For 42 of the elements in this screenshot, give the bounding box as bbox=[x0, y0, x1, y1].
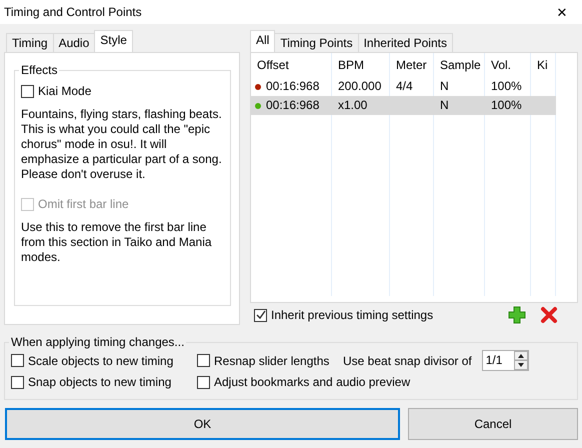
description: Use this to remove the first bar line from this section in Taiko and Mania modes. bbox=[21, 220, 213, 265]
spinner-arrows-icon[interactable] bbox=[514, 351, 528, 370]
checkbox-label: Inherit previous timing settings bbox=[271, 308, 434, 322]
column-header[interactable]: Vol. bbox=[485, 53, 531, 77]
checkbox[interactable] bbox=[197, 354, 210, 367]
dialog-button[interactable]: OK bbox=[5, 408, 400, 440]
row-cell: 00:16:968 bbox=[251, 96, 332, 115]
checkbox[interactable] bbox=[254, 308, 267, 322]
tab[interactable]: Timing bbox=[6, 33, 54, 52]
checkbox[interactable] bbox=[197, 376, 210, 388]
window-title: Timing and Control Points bbox=[4, 5, 142, 19]
tab[interactable]: All bbox=[250, 30, 276, 52]
table-cell: 100% bbox=[485, 96, 531, 115]
table-cell: x1.00 bbox=[332, 96, 390, 115]
delete-icon[interactable] bbox=[540, 306, 558, 324]
column-header[interactable]: Offset bbox=[251, 53, 332, 77]
column-header[interactable]: Meter bbox=[390, 53, 434, 77]
checkbox-label: Adjust bookmarks and audio preview bbox=[214, 375, 410, 389]
table-cell bbox=[531, 96, 556, 115]
checkbox-label: Snap objects to new timing bbox=[28, 375, 172, 389]
column-header[interactable]: BPM bbox=[332, 53, 390, 77]
checkbox-label: Resnap slider lengths bbox=[214, 354, 330, 368]
checkbox[interactable] bbox=[21, 84, 34, 98]
checkbox-label: Scale objects to new timing bbox=[28, 354, 174, 368]
tab[interactable]: Timing Points bbox=[274, 33, 359, 52]
checkbox-label: Kiai Mode bbox=[38, 84, 92, 98]
dialog-button[interactable]: Cancel bbox=[408, 408, 578, 440]
checkbox[interactable] bbox=[11, 354, 24, 367]
description: Fountains, flying stars, flashing beats. This is what you could call the "epic chorus" mode in osu!. It will emphasize a particular part of a song. Please don't overuse it. bbox=[21, 107, 223, 182]
tab[interactable]: Inherited Points bbox=[358, 33, 453, 52]
column-header[interactable]: Sample bbox=[434, 53, 485, 77]
divisor-label: Use beat snap divisor of bbox=[343, 354, 472, 368]
tab[interactable]: Style bbox=[94, 30, 133, 52]
checkbox-label: Omit first bar line bbox=[38, 197, 129, 211]
table-cell: N bbox=[434, 96, 485, 115]
divisor-spinner[interactable]: 1/1 bbox=[482, 350, 529, 371]
add-icon[interactable] bbox=[508, 306, 526, 324]
group-title: When applying timing changes... bbox=[10, 335, 186, 349]
group-title: Effects bbox=[20, 63, 58, 77]
close-button[interactable]: ✕ bbox=[542, 4, 582, 20]
checkbox[interactable] bbox=[11, 376, 24, 388]
column-header[interactable]: Ki bbox=[531, 53, 556, 77]
